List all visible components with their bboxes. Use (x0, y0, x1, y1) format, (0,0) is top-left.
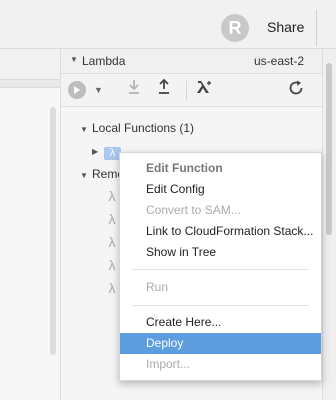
top-header: R Share (0, 0, 336, 49)
lambda-toolbar: ▼ (61, 74, 322, 107)
menu-divider (132, 305, 309, 306)
editor-area (0, 49, 61, 400)
panel-title: Lambda (82, 54, 126, 68)
menu-item-run[interactable]: Run (120, 277, 321, 298)
tree-node-local-function[interactable]: ▶ λ (92, 143, 121, 160)
expand-triangle-icon[interactable]: ▼ (80, 125, 92, 134)
chevron-down-icon[interactable]: ▼ (94, 85, 103, 95)
menu-item-show-in-tree[interactable]: Show in Tree (120, 242, 321, 263)
menu-item-import[interactable]: Import... (120, 354, 321, 375)
scrollbar-thumb[interactable] (326, 63, 332, 235)
tree-node-local-functions[interactable]: ▼ Local Functions (1) (80, 121, 194, 135)
upload-icon[interactable] (153, 78, 175, 101)
lambda-panel-header[interactable]: ▼ Lambda us-east-2 (61, 49, 322, 74)
refresh-icon[interactable] (285, 79, 307, 101)
header-divider (316, 10, 317, 46)
collapse-right-triangle-icon[interactable]: ▶ (92, 147, 104, 156)
region-label: us-east-2 (253, 54, 304, 68)
collapse-triangle-icon[interactable]: ▼ (70, 55, 78, 64)
menu-item-edit-config[interactable]: Edit Config (120, 179, 321, 200)
user-avatar[interactable]: R (221, 14, 249, 42)
run-button[interactable] (68, 81, 86, 99)
function-context-menu: Edit Function Edit Config Convert to SAM… (119, 152, 322, 381)
tree-node-remote-functions[interactable]: ▼ Remo (80, 167, 124, 181)
expand-triangle-icon[interactable]: ▼ (80, 171, 92, 180)
remote-function-icon[interactable]: λ (104, 188, 120, 204)
download-icon[interactable] (123, 79, 145, 101)
menu-item-convert-to-sam[interactable]: Convert to SAM... (120, 200, 321, 221)
menu-header-edit-function: Edit Function (146, 161, 223, 175)
lambda-icon[interactable] (193, 79, 215, 101)
editor-sub-bar (0, 80, 61, 88)
remote-function-icon[interactable]: λ (104, 211, 120, 227)
editor-scrollbar[interactable] (50, 107, 56, 355)
play-icon (74, 86, 80, 94)
share-button[interactable]: Share (267, 19, 304, 35)
editor-tab-bar (0, 49, 61, 80)
remote-function-icon[interactable]: λ (104, 257, 120, 273)
menu-item-create-here[interactable]: Create Here... (120, 312, 321, 333)
remote-function-icon[interactable]: λ (104, 234, 120, 250)
right-scrollbar[interactable] (322, 49, 336, 400)
menu-item-link-cloudformation-stack[interactable]: Link to CloudFormation Stack... (120, 221, 321, 242)
menu-divider (132, 269, 309, 270)
tree-node-label: Local Functions (1) (92, 121, 195, 135)
aws-cloud9-workspace: R Share ▼ Lambda us-east-2 ▼ ▼ Local Fun… (0, 0, 336, 400)
remote-function-icon[interactable]: λ (104, 280, 120, 296)
menu-item-deploy[interactable]: Deploy (120, 333, 321, 354)
toolbar-divider (186, 81, 187, 101)
